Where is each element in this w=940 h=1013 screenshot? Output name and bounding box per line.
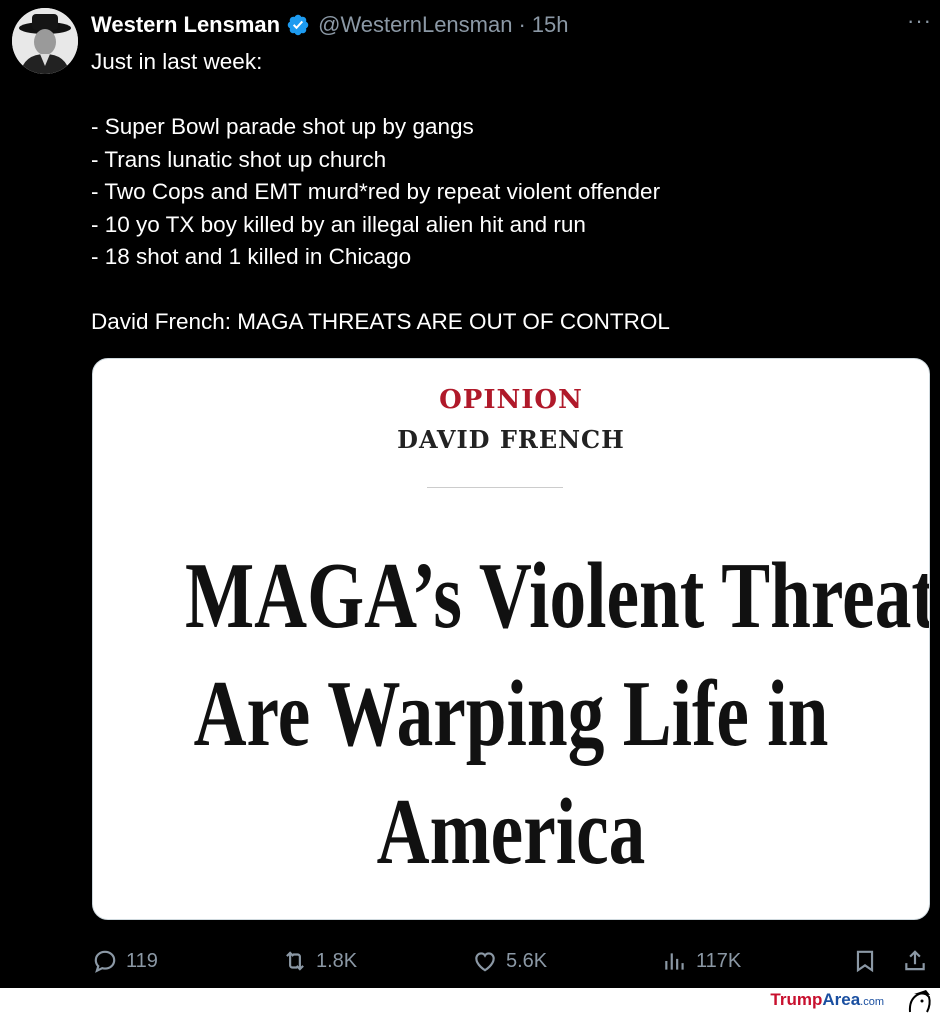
- tweet-line: - 18 shot and 1 killed in Chicago: [91, 244, 412, 269]
- views-button[interactable]: 117K: [662, 944, 741, 978]
- tweet-time[interactable]: 15h: [532, 12, 569, 38]
- reply-count: 119: [126, 949, 158, 972]
- tweet-line: Just in last week:: [91, 49, 263, 74]
- article-image-card[interactable]: OPINION DAVID FRENCH MAGA’s Violent Thre…: [92, 358, 930, 920]
- share-icon: [905, 950, 925, 971]
- like-count: 5.6K: [506, 949, 548, 972]
- tweet-header: Western Lensman @WesternLensman · 15h: [91, 10, 569, 40]
- action-bar: 119 1.8K 5.6K 117K: [0, 944, 940, 978]
- tweet-text: Just in last week: - Super Bowl parade s…: [91, 46, 921, 339]
- separator-dot: ·: [518, 12, 526, 37]
- verified-badge-icon: [287, 14, 309, 36]
- article-headline: MAGA’s Violent Threats Are Warping Life …: [184, 537, 930, 891]
- like-icon: [475, 952, 495, 972]
- repost-button[interactable]: 1.8K: [282, 944, 357, 978]
- tweet: Western Lensman @WesternLensman · 15h ··…: [0, 0, 940, 988]
- like-button[interactable]: 5.6K: [472, 944, 547, 978]
- mascot-icon: [908, 990, 931, 1013]
- article-author: DAVID FRENCH: [397, 425, 625, 454]
- author-handle[interactable]: @WesternLensman: [318, 12, 512, 38]
- headline-line: Are Warping Life in: [193, 662, 829, 766]
- reply-button[interactable]: 119: [92, 944, 158, 978]
- avatar[interactable]: [12, 8, 78, 74]
- tweet-line: [91, 79, 921, 112]
- reply-icon: [94, 950, 116, 973]
- watermark-bar: TrumpArea.com: [0, 988, 940, 1013]
- tweet-line: [91, 274, 921, 307]
- tweet-line: David French: MAGA THREATS ARE OUT OF CO…: [91, 309, 670, 334]
- divider: [427, 487, 563, 488]
- share-button[interactable]: [902, 944, 936, 978]
- author-name[interactable]: Western Lensman: [91, 12, 280, 38]
- tweet-line: - Two Cops and EMT murd*red by repeat vi…: [91, 179, 661, 204]
- repost-icon: [286, 951, 304, 971]
- watermark-logo[interactable]: TrumpArea.com: [770, 990, 884, 1010]
- tweet-line: - 10 yo TX boy killed by an illegal alie…: [91, 211, 586, 237]
- views-count: 117K: [696, 949, 742, 972]
- more-icon[interactable]: ···: [907, 8, 932, 34]
- headline-line: MAGA’s Violent Threats: [184, 544, 930, 648]
- bookmark-icon: [856, 950, 874, 973]
- opinion-kicker: OPINION: [439, 385, 583, 415]
- headline-line: America: [376, 780, 646, 884]
- tweet-line: - Super Bowl parade shot up by gangs: [91, 114, 474, 139]
- views-icon: [665, 953, 684, 970]
- repost-count: 1.8K: [316, 949, 358, 972]
- bookmark-button[interactable]: [852, 944, 886, 978]
- tweet-line: - Trans lunatic shot up church: [91, 146, 387, 172]
